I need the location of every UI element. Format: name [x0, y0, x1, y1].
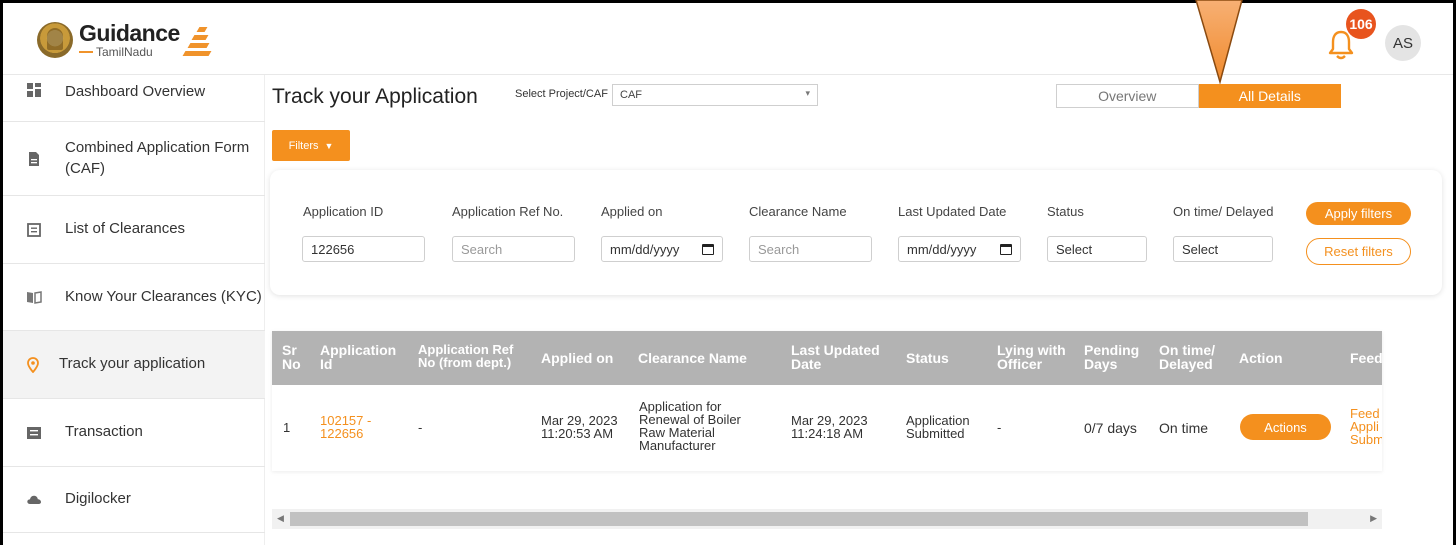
clearance-name-input[interactable]: Search [749, 236, 872, 262]
application-id-input[interactable]: 122656 [302, 236, 425, 262]
caret-down-icon: ▼ [324, 140, 334, 151]
cloud-icon [27, 495, 41, 504]
sidebar-item-label: Digilocker [65, 490, 131, 507]
dashboard-icon [27, 83, 41, 97]
reset-filters-button[interactable]: Reset filters [1306, 238, 1411, 265]
scroll-left-icon[interactable]: ◀ [277, 513, 284, 524]
table-header-row: Sr No Application Id Application Ref No (fr… [272, 331, 1382, 385]
applications-table: Sr No Application Id Application Ref No (fr… [272, 331, 1382, 471]
location-pin-icon [27, 356, 39, 373]
applied-on-label: Applied on [601, 204, 663, 219]
column-header-lying-with-officer: Lying with Officer [997, 342, 1066, 372]
sidebar-item-label: Transaction [65, 423, 143, 441]
sidebar-item-label: Track your application [59, 355, 206, 373]
ontime-delayed-label: On time/ Delayed [1173, 204, 1274, 219]
book-icon [27, 291, 42, 304]
sidebar-item-transaction[interactable]: Transaction [3, 399, 265, 467]
actions-button[interactable]: Actions [1240, 414, 1331, 440]
sidebar-item-list-of-clearances[interactable]: List of Clearances [3, 196, 265, 264]
column-header-clearance-name: Clearance Name [638, 350, 747, 366]
filters-button[interactable]: Filters ▼ [272, 130, 350, 161]
project-select-label: Select Project/CAF [515, 88, 608, 100]
tab-all-details[interactable]: All Details [1198, 84, 1341, 108]
sidebar: Dashboard Overview Combined Application … [3, 75, 265, 545]
cell-ontime-delayed: On time [1159, 420, 1209, 436]
application-ref-label: Application Ref No. [452, 204, 564, 219]
last-updated-date-input[interactable]: mm/dd/yyyy [898, 236, 1021, 262]
tamilnadu-emblem-icon [37, 22, 73, 58]
filter-panel: Application ID 122656 Application Ref No… [270, 170, 1442, 295]
page-title: Track your Application [272, 85, 478, 108]
highlight-arrow-icon [1195, 0, 1243, 84]
sidebar-item-label: Combined Application Form (CAF) [65, 139, 250, 177]
sidebar-item-label: List of Clearances [65, 220, 186, 238]
application-id-link[interactable]: 102157 -122656 [320, 414, 371, 440]
column-header-pending-days: Pending Days [1084, 342, 1140, 372]
sidebar-item-label: Know Your Clearances (KYC) [65, 287, 262, 305]
sidebar-item-dashboard-overview[interactable]: Dashboard Overview [3, 75, 265, 122]
user-avatar[interactable]: AS [1385, 25, 1421, 61]
applied-on-date-input[interactable]: mm/dd/yyyy [601, 236, 723, 262]
column-header-last-updated: Last Updated Date [791, 342, 880, 372]
status-select[interactable]: Select [1047, 236, 1147, 262]
column-header-feedback: Feed [1350, 350, 1382, 366]
logo-title: Guidance [79, 20, 180, 46]
application-id-label: Application ID [303, 204, 384, 219]
cell-sr-no: 1 [283, 420, 291, 435]
cell-clearance-name: Application for Renewal of Boiler Raw Mate… [639, 399, 741, 453]
calendar-icon[interactable] [702, 243, 714, 255]
list-icon [27, 222, 41, 237]
calendar-icon[interactable] [1000, 243, 1012, 255]
tab-overview[interactable]: Overview [1056, 84, 1199, 108]
transaction-icon [27, 426, 41, 439]
sidebar-item-track-your-application[interactable]: Track your application [3, 331, 265, 399]
ontime-delayed-select[interactable]: Select [1173, 236, 1273, 262]
sidebar-item-kyc[interactable]: Know Your Clearances (KYC) [3, 264, 265, 331]
column-header-status: Status [906, 350, 949, 366]
notification-count-badge[interactable]: 106 [1346, 9, 1376, 39]
view-toggle: Overview All Details [1056, 84, 1341, 108]
cell-status: Application Submitted [906, 413, 970, 441]
column-header-applied-on: Applied on [541, 350, 614, 366]
scrollbar-thumb[interactable] [290, 512, 1308, 526]
project-select[interactable]: CAF ▾ [612, 84, 818, 106]
status-label: Status [1047, 204, 1084, 219]
document-icon [29, 151, 39, 166]
column-header-ontime-delayed: On time/Delayed [1159, 342, 1216, 372]
cell-last-updated: Mar 29, 2023 11:24:18 AM [791, 413, 868, 441]
column-header-sr-no: Sr No [282, 342, 301, 372]
guidance-logo[interactable]: Guidance TamilNadu [37, 19, 212, 61]
cell-lying-with-officer: - [997, 420, 1002, 435]
scroll-right-icon[interactable]: ▶ [1370, 513, 1377, 524]
logo-subtitle: TamilNadu [96, 45, 153, 59]
apply-filters-button[interactable]: Apply filters [1306, 202, 1411, 225]
column-header-application-ref: Application Ref No (from dept.) [418, 342, 514, 370]
sidebar-item-caf[interactable]: Combined Application Form (CAF) [3, 122, 265, 196]
cell-pending-days: 0/7 days [1084, 420, 1137, 436]
flame-logo-icon [182, 23, 212, 57]
cell-application-ref: - [418, 420, 423, 435]
filters-button-label: Filters [288, 139, 319, 152]
project-select-value: CAF [620, 89, 642, 101]
sidebar-item-digilocker[interactable]: Digilocker [3, 467, 265, 533]
cell-applied-on: Mar 29, 2023 11:20:53 AM [541, 413, 618, 441]
last-updated-label: Last Updated Date [898, 204, 1007, 219]
sidebar-item-label: Dashboard Overview [65, 83, 206, 100]
column-header-application-id: Application Id [320, 342, 397, 372]
horizontal-scrollbar[interactable]: ◀ ▶ [272, 509, 1382, 529]
chevron-down-icon: ▾ [805, 88, 810, 98]
feedback-link[interactable]: Feed Appli Subm [1350, 407, 1382, 446]
column-header-action: Action [1239, 350, 1283, 366]
application-ref-input[interactable]: Search [452, 236, 575, 262]
clearance-name-label: Clearance Name [749, 204, 847, 219]
